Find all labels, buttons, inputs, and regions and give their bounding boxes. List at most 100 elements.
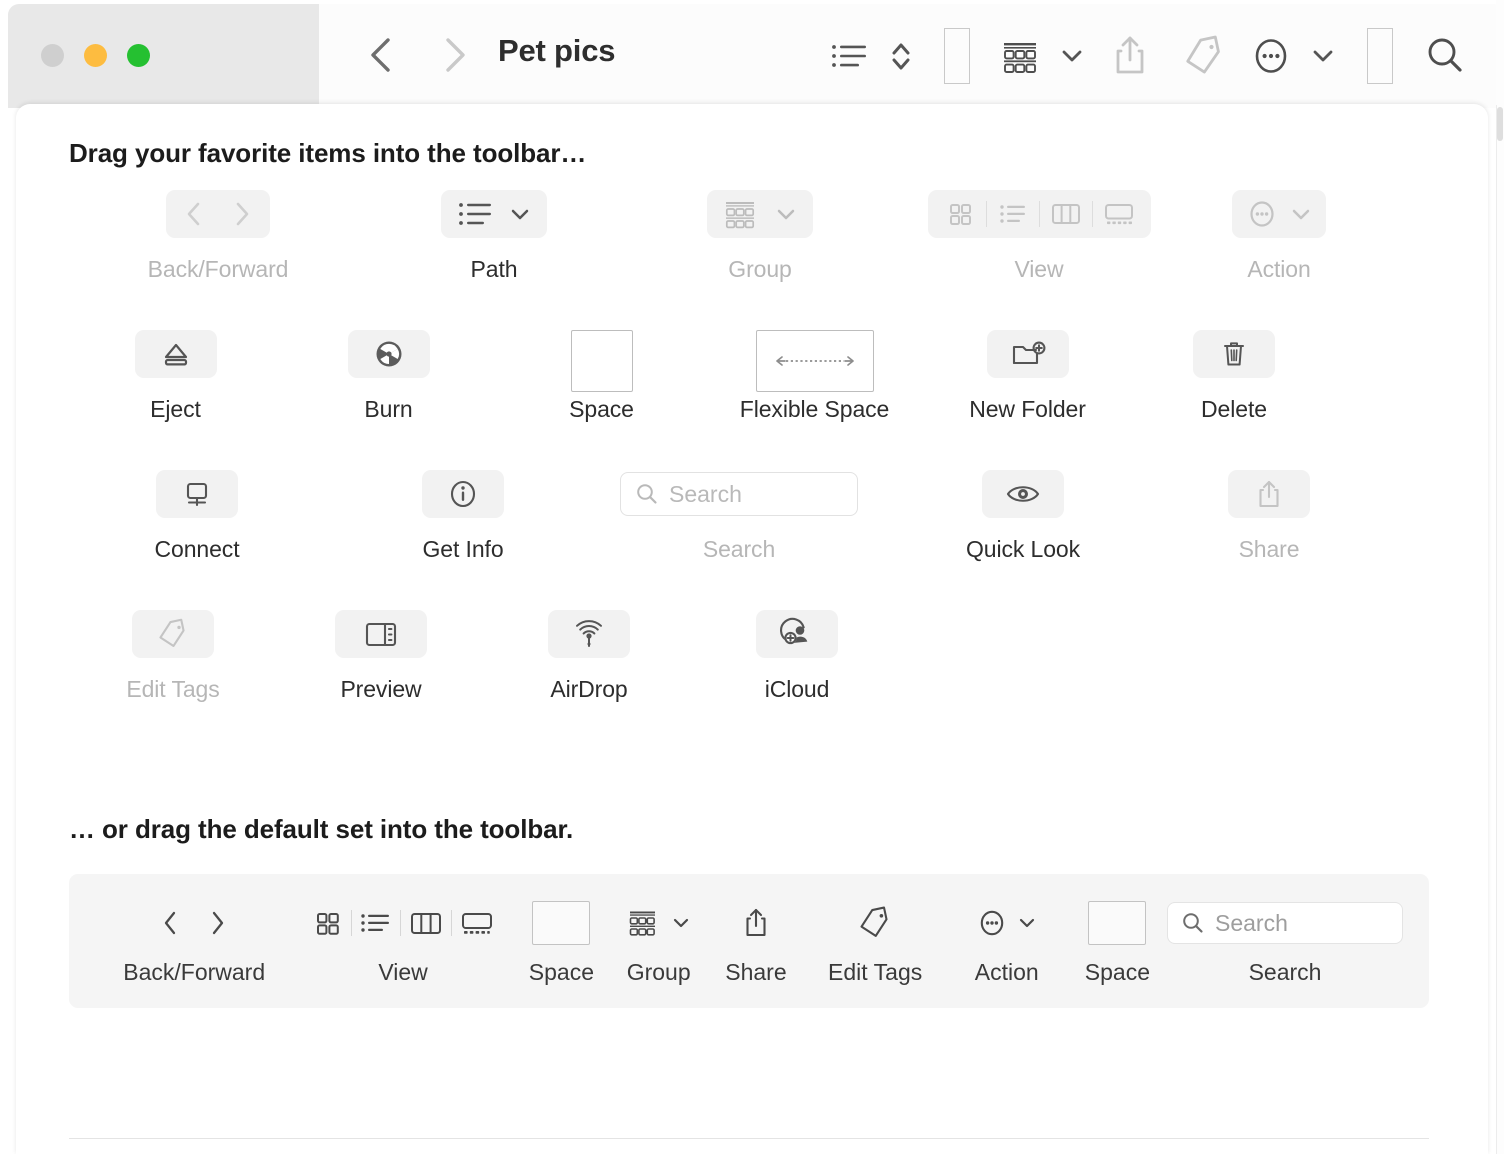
window-title: Pet pics xyxy=(498,33,616,68)
customize-toolbar-sheet: Drag your favorite items into the toolba… xyxy=(16,104,1488,1154)
navigation-arrows xyxy=(360,32,476,78)
palette-item-burn[interactable]: Burn xyxy=(282,330,495,423)
space-placeholder xyxy=(532,901,591,945)
toolbar-space-2 xyxy=(1346,28,1414,84)
palette-item-quick-look[interactable]: Quick Look xyxy=(877,470,1169,563)
palette-item-path[interactable]: Path xyxy=(367,190,621,283)
default-item-space-1[interactable]: Space xyxy=(513,896,610,986)
palette-item-get-info[interactable]: Get Info xyxy=(325,470,601,563)
toolbar-group-icon[interactable] xyxy=(990,36,1050,76)
space-icon xyxy=(1088,896,1147,950)
default-item-action[interactable]: Action xyxy=(946,896,1068,986)
palette-label: Eject xyxy=(150,396,201,422)
scrollbar-thumb[interactable] xyxy=(1497,107,1503,141)
default-item-group[interactable]: Group xyxy=(610,896,707,986)
search-input[interactable]: Search xyxy=(1167,902,1403,944)
palette-item-search[interactable]: Search Search xyxy=(601,470,877,563)
column-view-icon xyxy=(1042,191,1090,237)
palette-item-delete[interactable]: Delete xyxy=(1134,330,1334,423)
default-set-strip[interactable]: Back/Forward View Space Group Share Edit… xyxy=(69,874,1429,1008)
segment-divider xyxy=(399,910,401,936)
segment-divider xyxy=(1038,201,1040,227)
palette-label: Get Info xyxy=(422,536,504,562)
minimize-button[interactable] xyxy=(84,44,107,67)
airdrop-icon xyxy=(548,610,630,658)
palette-item-eject[interactable]: Eject xyxy=(69,330,282,423)
traffic-lights xyxy=(41,44,150,67)
chevron-down-icon xyxy=(673,918,688,928)
search-input[interactable]: Search xyxy=(620,472,858,516)
default-label: Space xyxy=(528,959,594,985)
segment-divider xyxy=(985,201,987,227)
toolbar-search-icon[interactable] xyxy=(1414,34,1476,78)
delete-icon xyxy=(1193,330,1275,378)
group-icon xyxy=(707,190,813,238)
preview-icon xyxy=(335,610,427,658)
toolbar-space-1 xyxy=(924,28,990,84)
palette-row-2: Eject Burn Space Flexible Space New Fold… xyxy=(69,330,1379,470)
back-button[interactable] xyxy=(360,32,404,78)
toolbar-action-icon[interactable] xyxy=(1242,33,1300,79)
palette-item-icloud[interactable]: iCloud xyxy=(693,610,901,703)
default-item-back-forward[interactable]: Back/Forward xyxy=(95,896,293,986)
default-item-edit-tags[interactable]: Edit Tags xyxy=(805,896,946,986)
palette-item-preview[interactable]: Preview xyxy=(277,610,485,703)
toolbar-sort-icon[interactable] xyxy=(878,36,924,76)
sheet-footer: Show Icon Only Done xyxy=(0,1050,1504,1154)
back-chevron-icon xyxy=(170,191,218,237)
palette-item-airdrop[interactable]: AirDrop xyxy=(485,610,693,703)
default-label: Share xyxy=(725,959,787,985)
group-icon xyxy=(627,896,691,950)
forward-chevron-icon xyxy=(218,191,266,237)
toolbar-action-chevron-down-icon[interactable] xyxy=(1300,46,1346,66)
share-icon xyxy=(740,896,772,950)
action-icon xyxy=(1232,190,1326,238)
palette-item-connect[interactable]: Connect xyxy=(69,470,325,563)
view-segmented-icon xyxy=(311,896,496,950)
palette-item-group[interactable]: Group xyxy=(621,190,899,283)
palette-label: Action xyxy=(1247,256,1311,282)
toolbar-share-icon[interactable] xyxy=(1094,33,1166,79)
palette-item-action[interactable]: Action xyxy=(1179,190,1379,283)
toolbar-group-chevron-down-icon[interactable] xyxy=(1050,46,1094,66)
palette-item-flexible-space[interactable]: Flexible Space xyxy=(708,330,921,423)
palette-item-share[interactable]: Share xyxy=(1169,470,1369,563)
toolbar-path-icon[interactable] xyxy=(820,39,878,73)
segment-divider xyxy=(450,910,452,936)
default-item-space-2[interactable]: Space xyxy=(1068,896,1167,986)
palette-item-space[interactable]: Space xyxy=(495,330,708,423)
palette-item-new-folder[interactable]: New Folder xyxy=(921,330,1134,423)
flexible-space-placeholder xyxy=(755,330,874,392)
default-item-search[interactable]: Search Search xyxy=(1167,896,1403,986)
palette-item-view[interactable]: View xyxy=(899,190,1179,283)
zoom-button[interactable] xyxy=(127,44,150,67)
palette-label: Burn xyxy=(364,396,413,422)
default-item-share[interactable]: Share xyxy=(707,896,804,986)
window-toolbar-icons xyxy=(820,26,1476,86)
search-icon xyxy=(1183,913,1203,933)
forward-button[interactable] xyxy=(432,32,476,78)
palette-row-3: Connect Get Info Search Search Quick Loo… xyxy=(69,470,1379,610)
back-chevron-icon xyxy=(165,911,176,935)
default-label: Group xyxy=(626,959,691,985)
palette-label: AirDrop xyxy=(550,676,628,702)
close-button[interactable] xyxy=(41,44,64,67)
palette-label: Delete xyxy=(1201,396,1267,422)
palette-label: Space xyxy=(569,396,634,422)
space-placeholder xyxy=(1088,901,1147,945)
icloud-share-icon xyxy=(756,610,838,658)
palette-item-back-forward[interactable]: Back/Forward xyxy=(69,190,367,283)
palette-label: View xyxy=(1014,256,1064,282)
share-icon xyxy=(1228,470,1310,518)
palette-label: Path xyxy=(470,256,518,282)
default-label: Space xyxy=(1084,959,1151,985)
icon-view-icon xyxy=(936,191,984,237)
palette-item-edit-tags[interactable]: Edit Tags xyxy=(69,610,277,703)
toolbar-tag-icon[interactable] xyxy=(1166,34,1242,78)
tag-icon xyxy=(132,610,214,658)
palette-label: Connect xyxy=(154,536,240,562)
palette-row-4: Edit Tags Preview AirDrop iCloud xyxy=(69,610,1379,750)
column-view-icon xyxy=(410,913,441,934)
search-placeholder: Search xyxy=(669,480,742,507)
default-item-view[interactable]: View xyxy=(293,896,512,986)
